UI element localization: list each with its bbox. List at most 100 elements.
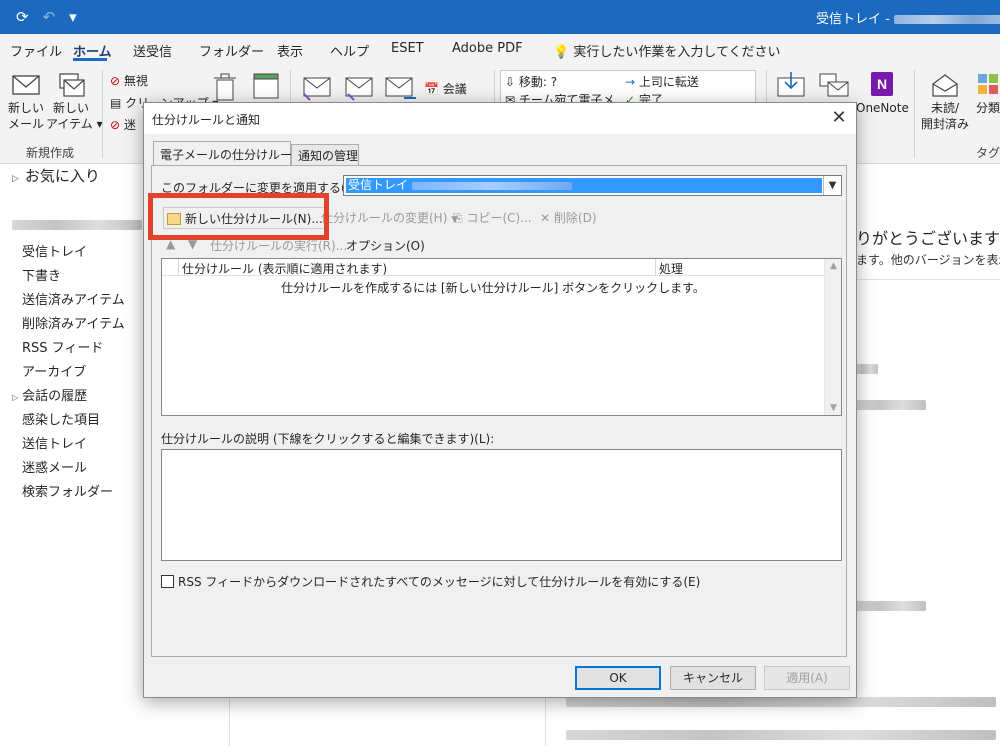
ribbon-tabs: ファイル ホーム 送受信 フォルダー 表示 ヘルプ ESET Adobe PDF… bbox=[0, 34, 1000, 64]
forward-icon[interactable] bbox=[384, 74, 418, 102]
svg-text:N: N bbox=[877, 76, 887, 92]
column-header-rule[interactable]: 仕分けルール (表示順に適用されます) bbox=[182, 260, 387, 277]
rule-description-label: 仕分けルールの説明 (下線をクリックすると編集できます)(L): bbox=[161, 432, 495, 446]
redacted-text bbox=[566, 697, 996, 707]
delete-x-icon: ✕ bbox=[540, 211, 551, 225]
tab-manage-alerts[interactable]: 通知の管理 bbox=[291, 144, 359, 165]
folder-sent[interactable]: 送信済みアイテム bbox=[22, 289, 125, 308]
move-to-folder-icon[interactable] bbox=[776, 70, 806, 100]
group-label-new: 新規作成 bbox=[26, 146, 75, 160]
ok-button[interactable]: OK bbox=[575, 666, 661, 690]
close-icon[interactable]: ✕ bbox=[822, 103, 856, 134]
tab-eset[interactable]: ESET bbox=[391, 41, 424, 56]
dialog-title: 仕分けルールと通知 bbox=[152, 113, 261, 127]
scroll-up-icon[interactable]: ▲ bbox=[825, 261, 842, 271]
folder-rss[interactable]: RSS フィード bbox=[22, 337, 103, 356]
categorize-button[interactable]: 分類 bbox=[976, 72, 1000, 116]
apply-button[interactable]: 適用(A) bbox=[764, 666, 850, 690]
reading-version-text: ます。他のバージョンを表示する bbox=[856, 253, 1000, 267]
expand-icon: ▷ bbox=[12, 393, 19, 402]
rules-and-alerts-dialog: 仕分けルールと通知 ✕ 電子メールの仕分けルール 通知の管理 このフォルダーに変… bbox=[143, 102, 857, 698]
redacted-text bbox=[566, 730, 996, 740]
junk-icon: ⊘ bbox=[110, 118, 121, 132]
folder-infected[interactable]: 感染した項目 bbox=[22, 409, 100, 428]
unread-read-button[interactable]: 未読/ 開封済み bbox=[918, 72, 972, 132]
cancel-button[interactable]: キャンセル bbox=[670, 666, 756, 690]
tab-send-receive[interactable]: 送受信 bbox=[133, 41, 172, 60]
categories-icon bbox=[978, 74, 998, 94]
redacted-account-name bbox=[12, 219, 142, 230]
copy-rule-button[interactable]: ⎘ コピー(C)... bbox=[453, 209, 532, 226]
arrow-right-icon: → bbox=[625, 75, 636, 89]
tab-help[interactable]: ヘルプ bbox=[330, 41, 369, 60]
divider bbox=[856, 279, 1000, 280]
rules-list[interactable]: 仕分けルール (表示順に適用されます) 処理 仕分けルールを作成するには [新し… bbox=[161, 258, 842, 416]
ribbon-separator bbox=[102, 70, 103, 158]
delete-trash-icon[interactable] bbox=[212, 72, 238, 102]
cleanup-icon: ▤ bbox=[110, 96, 122, 110]
ignore-icon: ⊘ bbox=[110, 74, 121, 88]
rules-list-scrollbar[interactable]: ▲ ▼ bbox=[824, 259, 841, 415]
folder-inbox[interactable]: 受信トレイ bbox=[22, 241, 87, 260]
scroll-down-icon[interactable]: ▼ bbox=[825, 403, 842, 413]
reading-thanks-text: りがとうございます！ bbox=[856, 229, 1000, 248]
undo-icon[interactable]: ↶ bbox=[43, 8, 56, 26]
folder-junk[interactable]: 迷惑メール bbox=[22, 457, 87, 476]
tab-view[interactable]: 表示 bbox=[277, 41, 303, 60]
folder-deleted[interactable]: 削除済みアイテム bbox=[22, 313, 125, 332]
junk-button[interactable]: ⊘ 迷 bbox=[110, 116, 136, 133]
title-bar: ⟳ ↶ ▾ 受信トレイ - bbox=[0, 0, 1000, 34]
rss-rules-checkbox-row[interactable]: RSS フィードからダウンロードされたすべてのメッセージに対して仕分けルールを有… bbox=[161, 573, 700, 590]
move-icon: ⇩ bbox=[505, 75, 516, 89]
reply-all-icon[interactable] bbox=[342, 74, 374, 102]
folder-conversation-history[interactable]: ▷ 会話の履歴 bbox=[12, 385, 87, 404]
folder-archive[interactable]: アーカイブ bbox=[22, 361, 86, 380]
rules-icon[interactable] bbox=[818, 70, 850, 100]
options-button[interactable]: オプション(O) bbox=[346, 237, 425, 254]
empty-list-message: 仕分けルールを作成するには [新しい仕分けルール] ボタンをクリックします。 bbox=[281, 281, 705, 295]
reply-icon[interactable] bbox=[300, 74, 332, 102]
tab-folder[interactable]: フォルダー bbox=[199, 41, 264, 60]
apply-folder-select[interactable]: 受信トレイ ▼ bbox=[343, 175, 842, 196]
meeting-button[interactable]: 📅 会議 bbox=[424, 80, 467, 97]
tab-file[interactable]: ファイル bbox=[10, 41, 62, 60]
tab-email-rules[interactable]: 電子メールの仕分けルール bbox=[153, 141, 304, 165]
ribbon-separator bbox=[914, 70, 915, 158]
calendar-icon: 📅 bbox=[424, 82, 439, 96]
folder-search[interactable]: 検索フォルダー bbox=[22, 481, 113, 500]
folder-outbox[interactable]: 送信トレイ bbox=[22, 433, 87, 452]
new-mail-button[interactable]: 新しい メール bbox=[6, 72, 46, 132]
tab-adobe-pdf[interactable]: Adobe PDF bbox=[452, 41, 523, 56]
tell-me-search[interactable]: 💡 実行したい作業を入力してください bbox=[553, 41, 781, 60]
rss-rules-checkbox[interactable] bbox=[161, 575, 174, 588]
rss-rules-label: RSS フィードからダウンロードされたすべてのメッセージに対して仕分けルールを有… bbox=[178, 575, 701, 589]
envelope-icon bbox=[12, 75, 40, 95]
open-envelope-icon bbox=[932, 74, 958, 97]
new-items-button[interactable]: 新しい アイテム ▾ bbox=[46, 72, 103, 132]
redacted-text bbox=[856, 601, 926, 611]
dialog-title-bar: 仕分けルールと通知 ✕ bbox=[144, 103, 856, 134]
column-header-action[interactable]: 処理 bbox=[659, 260, 683, 277]
change-rule-button[interactable]: 仕分けルールの変更(H) ▼ bbox=[321, 209, 458, 226]
sync-icon[interactable]: ⟳ bbox=[16, 8, 29, 26]
favorites-header[interactable]: ▷ お気に入り bbox=[12, 165, 100, 186]
onenote-icon: N bbox=[871, 72, 893, 96]
customize-qat-icon[interactable]: ▾ bbox=[69, 8, 77, 26]
account-header[interactable] bbox=[12, 217, 142, 231]
quick-step-move[interactable]: ⇩ 移動: ? bbox=[505, 73, 557, 90]
folder-drafts[interactable]: 下書き bbox=[22, 265, 61, 284]
divider bbox=[655, 259, 656, 276]
delete-rule-button[interactable]: ✕ 削除(D) bbox=[540, 209, 597, 226]
rule-description-box[interactable] bbox=[161, 449, 842, 561]
quick-access-toolbar: ⟳ ↶ ▾ bbox=[16, 8, 77, 26]
window-title: 受信トレイ - bbox=[816, 8, 1000, 27]
new-items-icon bbox=[59, 73, 85, 97]
onenote-button[interactable]: N OneNote bbox=[856, 70, 909, 116]
redacted-text bbox=[856, 400, 926, 410]
annotation-highlight-box bbox=[148, 193, 329, 240]
quick-step-to-manager[interactable]: → 上司に転送 bbox=[625, 73, 699, 90]
chevron-down-icon[interactable]: ▼ bbox=[823, 176, 841, 195]
archive-icon[interactable] bbox=[252, 72, 280, 102]
rules-list-header: 仕分けルール (表示順に適用されます) 処理 bbox=[162, 259, 824, 276]
ignore-button[interactable]: ⊘ 無視 bbox=[110, 72, 148, 89]
